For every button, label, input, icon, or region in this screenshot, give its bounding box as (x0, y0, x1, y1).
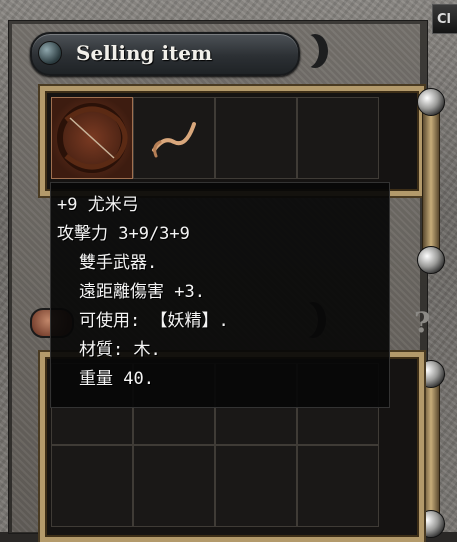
item-attack: 攻擊力 3+9/3+9 (57, 224, 190, 244)
top-scrollbar[interactable] (422, 108, 440, 256)
bow-icon (57, 103, 128, 173)
inventory-slot[interactable] (297, 445, 379, 527)
inventory-slot[interactable] (51, 445, 133, 527)
window-title: Selling item (76, 41, 213, 65)
gem-icon (38, 41, 62, 65)
title-bar: Selling item (30, 32, 300, 76)
item-slot-3[interactable] (215, 97, 297, 179)
crossbow-icon (152, 122, 196, 158)
inventory-slot[interactable] (215, 445, 297, 527)
close-button[interactable]: Cl (432, 4, 457, 34)
selling-item-grid (40, 86, 424, 196)
item-name: +9 尤米弓 (57, 195, 139, 215)
item-usable-by: 可使用: 【妖精】. (79, 311, 229, 331)
inventory-slot[interactable] (133, 445, 215, 527)
item-tooltip: +9 尤米弓 攻擊力 3+9/3+9 雙手武器. 遠距離傷害 +3. 可使用: … (50, 182, 390, 408)
item-ranged-damage: 遠距離傷害 +3. (79, 282, 205, 302)
item-slot-4[interactable] (297, 97, 379, 179)
item-hand-type: 雙手武器. (79, 253, 158, 273)
item-slot-2[interactable] (133, 97, 215, 179)
help-icon[interactable]: ? (414, 306, 430, 339)
top-scroll-down-knob[interactable] (417, 246, 445, 274)
item-weight: 重量 40. (79, 369, 154, 389)
item-material: 材質: 木. (79, 340, 161, 360)
top-scroll-up-knob[interactable] (417, 88, 445, 116)
item-slot-1[interactable] (51, 97, 133, 179)
crescent-ornament-icon (302, 34, 328, 68)
